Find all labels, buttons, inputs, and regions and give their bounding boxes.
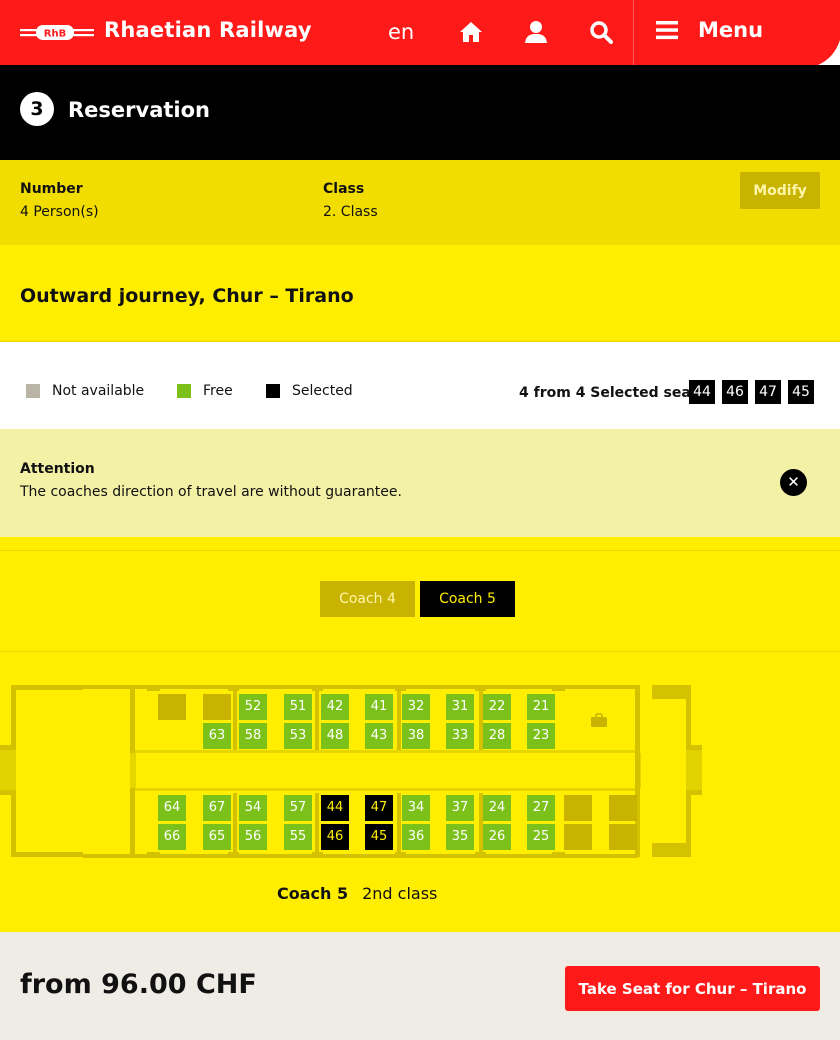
legend-not-available-label: Not available: [52, 383, 145, 399]
seat[interactable]: 33: [446, 723, 474, 749]
attention-title: Attention: [20, 461, 95, 477]
hamburger-icon: [656, 21, 678, 40]
page-title: Reservation: [68, 98, 210, 122]
tab-coach-5[interactable]: Coach 5: [420, 581, 515, 617]
menu-divider: [633, 0, 634, 65]
seat[interactable]: 21: [527, 694, 555, 720]
user-icon[interactable]: [524, 20, 548, 44]
home-icon[interactable]: [459, 20, 483, 44]
seat[interactable]: 26: [483, 824, 511, 850]
seat[interactable]: 47: [365, 795, 393, 821]
selected-seat-chip: 46: [722, 380, 748, 404]
search-icon[interactable]: [589, 20, 613, 44]
seat-not-available: [564, 795, 592, 821]
seat-not-available: [203, 694, 231, 720]
seat[interactable]: 42: [321, 694, 349, 720]
seat[interactable]: 63: [203, 723, 231, 749]
attention-text: The coaches direction of travel are with…: [20, 484, 402, 500]
class-label: Class: [323, 181, 365, 197]
seat[interactable]: 34: [402, 795, 430, 821]
menu-label: Menu: [698, 18, 764, 42]
selected-seat-chip: 45: [788, 380, 814, 404]
seat[interactable]: 57: [284, 795, 312, 821]
seat[interactable]: 67: [203, 795, 231, 821]
swatch-free: [177, 384, 191, 398]
luggage-icon: [591, 713, 607, 727]
seat[interactable]: 54: [239, 795, 267, 821]
language-switch[interactable]: en: [388, 20, 414, 44]
logo-text: RhB: [44, 29, 66, 40]
seat[interactable]: 51: [284, 694, 312, 720]
seat[interactable]: 58: [239, 723, 267, 749]
legend-not-available: Not available: [26, 383, 144, 399]
seat-legend: Not available Free Selected 4 from 4 Sel…: [0, 342, 840, 429]
seat[interactable]: 36: [402, 824, 430, 850]
close-icon[interactable]: ✕: [780, 469, 807, 496]
seat[interactable]: 48: [321, 723, 349, 749]
booking-summary: Number 4 Person(s) Class 2. Class Modify: [0, 160, 840, 245]
coach-name: Coach 5: [277, 884, 349, 903]
divider: [0, 651, 840, 652]
step-header: 3 Reservation: [0, 65, 840, 160]
seat[interactable]: 56: [239, 824, 267, 850]
selected-seat-chip: 47: [755, 380, 781, 404]
seat-not-available: [609, 824, 637, 850]
modify-button[interactable]: Modify: [740, 172, 820, 209]
seat[interactable]: 28: [483, 723, 511, 749]
seat[interactable]: 45: [365, 824, 393, 850]
seat[interactable]: 44: [321, 795, 349, 821]
seat[interactable]: 32: [402, 694, 430, 720]
footer-bar: from 96.00 CHF Take Seat for Chur – Tira…: [0, 932, 840, 1040]
tab-coach-4[interactable]: Coach 4: [320, 581, 415, 617]
seat[interactable]: 65: [203, 824, 231, 850]
number-label: Number: [20, 181, 83, 197]
seat[interactable]: 35: [446, 824, 474, 850]
legend-selected-label: Selected: [292, 383, 353, 399]
seat[interactable]: 38: [402, 723, 430, 749]
seat[interactable]: 22: [483, 694, 511, 720]
swatch-selected: [266, 384, 280, 398]
seat[interactable]: 24: [483, 795, 511, 821]
seat-not-available: [609, 795, 637, 821]
swatch-not-available: [26, 384, 40, 398]
seat[interactable]: 43: [365, 723, 393, 749]
seat[interactable]: 46: [321, 824, 349, 850]
coach-outline: [0, 685, 702, 858]
seat[interactable]: 55: [284, 824, 312, 850]
seat[interactable]: 27: [527, 795, 555, 821]
coach-caption: Coach 5 2nd class: [277, 884, 437, 903]
price-label: from 96.00 CHF: [20, 969, 257, 1000]
seat[interactable]: 41: [365, 694, 393, 720]
brand-name[interactable]: Rhaetian Railway: [104, 18, 312, 42]
selected-seats-summary: 4 from 4 Selected seats: [519, 385, 706, 401]
step-number: 3: [20, 92, 54, 126]
attention-notice: Attention The coaches direction of trave…: [0, 429, 840, 537]
selected-seat-chip: 44: [689, 380, 715, 404]
top-bar: RhB Rhaetian Railway en Menu: [0, 0, 840, 65]
seat[interactable]: 37: [446, 795, 474, 821]
legend-free: Free: [177, 383, 233, 399]
seat[interactable]: 64: [158, 795, 186, 821]
journey-title: Outward journey, Chur – Tirano: [20, 285, 354, 307]
seat-not-available: [158, 694, 186, 720]
seat[interactable]: 52: [239, 694, 267, 720]
menu-button[interactable]: Menu: [656, 18, 763, 42]
seat[interactable]: 23: [527, 723, 555, 749]
corner-decoration: [818, 40, 840, 65]
coach-class: 2nd class: [362, 884, 438, 903]
seat[interactable]: 31: [446, 694, 474, 720]
take-seat-button[interactable]: Take Seat for Chur – Tirano: [565, 966, 820, 1011]
seat[interactable]: 66: [158, 824, 186, 850]
rhb-logo[interactable]: RhB: [20, 24, 94, 41]
class-value: 2. Class: [323, 204, 378, 220]
seat[interactable]: 25: [527, 824, 555, 850]
seat-not-available: [564, 824, 592, 850]
seat[interactable]: 53: [284, 723, 312, 749]
legend-free-label: Free: [203, 383, 233, 399]
number-value: 4 Person(s): [20, 204, 99, 220]
legend-selected: Selected: [266, 383, 353, 399]
divider: [0, 550, 840, 551]
seat-map: 52 51 42 41 32 31 22 21 63 58 53 48 43 3…: [0, 680, 710, 865]
